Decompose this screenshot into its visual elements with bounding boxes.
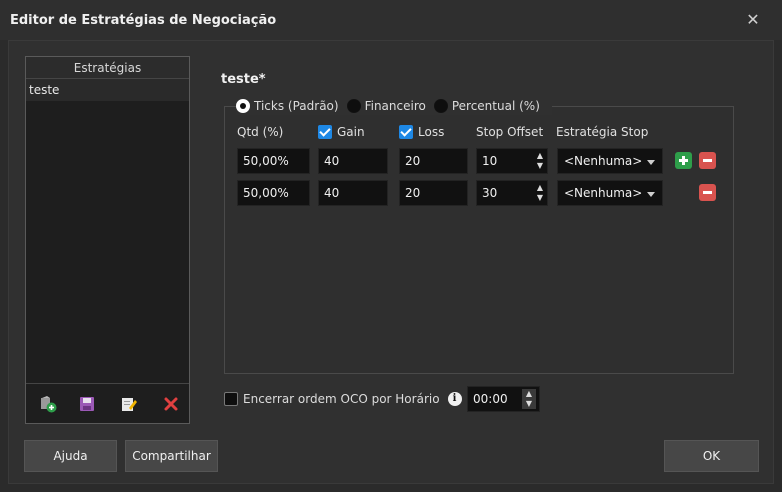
gain-field[interactable]: 40 bbox=[318, 148, 388, 174]
add-row-button[interactable] bbox=[675, 152, 692, 169]
spinner-icon[interactable]: ▲ ▼ bbox=[535, 151, 545, 171]
radio-financeiro[interactable]: Financeiro bbox=[346, 99, 426, 113]
radio-financeiro-indicator bbox=[346, 99, 361, 113]
strategies-header: Estratégias bbox=[26, 57, 189, 79]
radio-percentual[interactable]: Percentual (%) bbox=[433, 99, 540, 113]
minus-icon bbox=[703, 191, 712, 194]
stop-strategy-select[interactable]: <Nenhuma> bbox=[557, 148, 663, 174]
loss-field[interactable]: 20 bbox=[399, 180, 468, 206]
plus-icon-vertical bbox=[682, 156, 685, 165]
oco-time-value: 00:00 bbox=[473, 392, 508, 406]
radio-percentual-indicator bbox=[433, 99, 448, 113]
share-button[interactable]: Compartilhar bbox=[125, 440, 218, 472]
remove-row-button[interactable] bbox=[699, 184, 716, 201]
stop-offset-field[interactable]: 10 ▲ ▼ bbox=[476, 148, 548, 174]
gain-header-label: Gain bbox=[337, 125, 365, 139]
title-bar: Editor de Estratégias de Negociação ✕ bbox=[0, 0, 782, 40]
strategy-settings-group bbox=[224, 106, 734, 374]
qtd-field[interactable]: 50,00% bbox=[237, 148, 310, 174]
stop-strategy-select[interactable]: <Nenhuma> bbox=[557, 180, 663, 206]
stop-offset-value: 10 bbox=[482, 154, 498, 168]
help-button[interactable]: Ajuda bbox=[24, 440, 117, 472]
strategies-toolbar bbox=[26, 383, 189, 423]
radio-financeiro-label: Financeiro bbox=[364, 99, 426, 113]
oco-time-field[interactable]: 00:00 ▲ ▼ bbox=[467, 386, 540, 412]
save-icon[interactable] bbox=[77, 394, 97, 414]
oco-row: Encerrar ordem OCO por Horário i bbox=[224, 387, 462, 411]
close-icon[interactable]: ✕ bbox=[743, 10, 763, 30]
remove-row-button[interactable] bbox=[699, 152, 716, 169]
spinner-icon[interactable]: ▲ ▼ bbox=[522, 389, 536, 409]
radio-ticks-label: Ticks (Padrão) bbox=[254, 99, 339, 113]
loss-header[interactable]: Loss bbox=[399, 124, 444, 140]
info-icon[interactable]: i bbox=[447, 392, 462, 406]
edit-icon[interactable] bbox=[119, 394, 139, 414]
gain-header[interactable]: Gain bbox=[318, 124, 365, 140]
stop-offset-field[interactable]: 30 ▲ ▼ bbox=[476, 180, 548, 206]
loss-header-label: Loss bbox=[418, 125, 445, 139]
gain-field[interactable]: 40 bbox=[318, 180, 388, 206]
stop-strategy-value: <Nenhuma> bbox=[564, 154, 643, 168]
delete-icon[interactable] bbox=[161, 394, 181, 414]
window-title: Editor de Estratégias de Negociação bbox=[10, 13, 277, 28]
spinner-icon[interactable]: ▲ ▼ bbox=[535, 183, 545, 203]
strategies-panel: Estratégias teste bbox=[25, 56, 190, 424]
minus-icon bbox=[703, 159, 712, 162]
chevron-down-icon bbox=[647, 192, 655, 197]
radio-ticks[interactable]: Ticks (Padrão) bbox=[236, 99, 339, 113]
mode-radio-group: Ticks (Padrão) Financeiro Percentual (%) bbox=[236, 97, 552, 115]
stop-strategy-value: <Nenhuma> bbox=[564, 186, 643, 200]
chevron-down-icon bbox=[647, 160, 655, 165]
strategy-name-label: teste* bbox=[221, 72, 266, 87]
oco-checkbox[interactable] bbox=[224, 392, 238, 406]
strategy-list-item[interactable]: teste bbox=[26, 79, 189, 101]
stop-offset-header: Stop Offset bbox=[476, 125, 544, 139]
qtd-header: Qtd (%) bbox=[237, 125, 284, 139]
stop-offset-value: 30 bbox=[482, 186, 498, 200]
oco-label: Encerrar ordem OCO por Horário bbox=[243, 392, 440, 406]
gain-checkbox[interactable] bbox=[318, 125, 332, 139]
ok-button[interactable]: OK bbox=[664, 440, 759, 472]
stop-strategy-header: Estratégia Stop bbox=[556, 125, 649, 139]
new-strategy-icon[interactable] bbox=[38, 394, 58, 414]
loss-field[interactable]: 20 bbox=[399, 148, 468, 174]
loss-checkbox[interactable] bbox=[399, 125, 413, 139]
radio-percentual-label: Percentual (%) bbox=[451, 99, 540, 113]
radio-ticks-indicator bbox=[236, 99, 250, 113]
qtd-field[interactable]: 50,00% bbox=[237, 180, 310, 206]
